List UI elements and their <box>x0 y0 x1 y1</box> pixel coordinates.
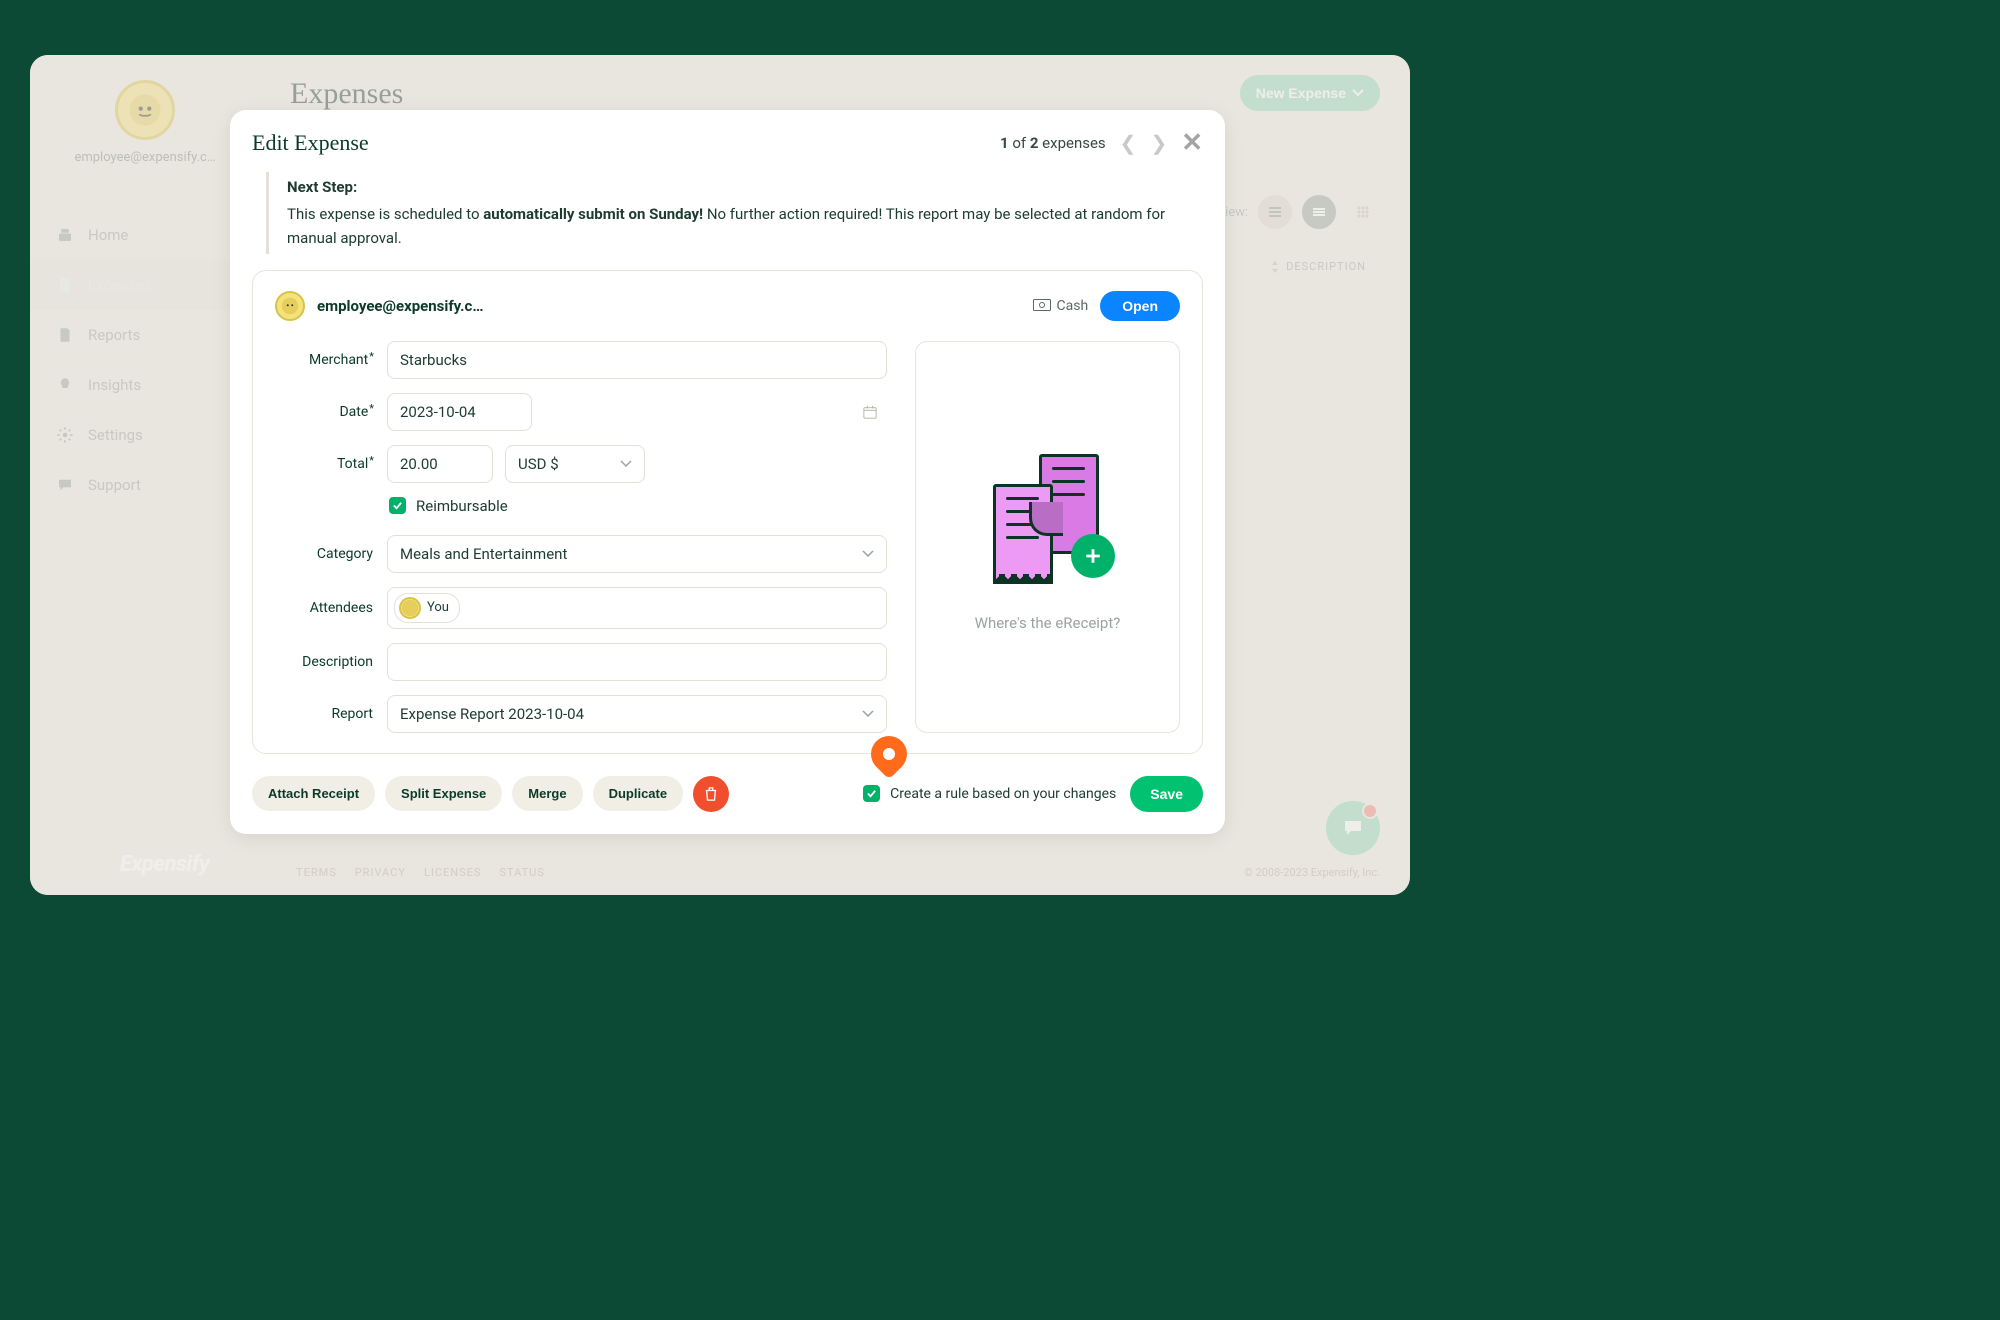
card-body: Merchant Date Total <box>275 341 1180 733</box>
row-report: Report Expense Report 2023-10-04 <box>275 695 887 733</box>
footer-actions-right: Create a rule based on your changes Save <box>863 776 1203 812</box>
attendee-avatar <box>399 597 421 619</box>
calendar-icon <box>863 405 877 419</box>
row-attendees: Attendees You <box>275 587 887 629</box>
label-reimbursable: Reimbursable <box>416 497 508 515</box>
next-step-body: This expense is scheduled to automatical… <box>287 203 1203 250</box>
label-category: Category <box>275 546 387 562</box>
form-column: Merchant Date Total <box>275 341 887 733</box>
create-rule-checkbox[interactable] <box>863 785 880 802</box>
row-total: Total USD $ <box>275 445 887 483</box>
merge-button[interactable]: Merge <box>512 776 582 811</box>
card-user: employee@expensify.c… <box>275 291 483 321</box>
next-step-header: Next Step: <box>287 176 1203 199</box>
row-description: Description <box>275 643 887 681</box>
trash-icon <box>704 787 718 801</box>
add-receipt-badge <box>1071 534 1115 578</box>
label-report: Report <box>275 706 387 722</box>
modal-title: Edit Expense <box>252 130 369 156</box>
category-select[interactable]: Meals and Entertainment <box>387 535 887 573</box>
card-user-email: employee@expensify.c… <box>317 297 483 315</box>
app-window: employee@expensify.c… Home Expenses Repo… <box>30 55 1410 895</box>
create-rule-label: Create a rule based on your changes <box>890 786 1116 802</box>
delete-button[interactable] <box>693 776 729 812</box>
edit-expense-modal: Edit Expense 1 of 2 expenses ❮ ❯ ✕ Next … <box>230 110 1225 834</box>
receipt-dropzone[interactable]: Where's the eReceipt? <box>915 341 1180 733</box>
card-meta: Cash Open <box>1033 291 1180 321</box>
pager-text: 1 of 2 expenses <box>1000 134 1106 152</box>
close-icon[interactable]: ✕ <box>1181 128 1203 158</box>
description-input[interactable] <box>387 643 887 681</box>
row-category: Category Meals and Entertainment <box>275 535 887 573</box>
card-header: employee@expensify.c… Cash Open <box>275 291 1180 321</box>
attendee-pill[interactable]: You <box>394 593 460 623</box>
label-merchant: Merchant <box>275 352 387 368</box>
row-reimbursable: Reimbursable <box>275 497 887 515</box>
attach-receipt-button[interactable]: Attach Receipt <box>252 776 375 811</box>
receipt-illustration <box>993 454 1103 584</box>
row-date: Date <box>275 393 887 431</box>
receipt-hint: Where's the eReceipt? <box>975 614 1121 632</box>
check-icon <box>392 500 403 511</box>
report-select[interactable]: Expense Report 2023-10-04 <box>387 695 887 733</box>
label-description: Description <box>275 654 387 670</box>
modal-pager: 1 of 2 expenses ❮ ❯ ✕ <box>1000 128 1203 158</box>
modal-header: Edit Expense 1 of 2 expenses ❮ ❯ ✕ <box>230 128 1225 166</box>
split-expense-button[interactable]: Split Expense <box>385 776 502 811</box>
create-rule-row: Create a rule based on your changes <box>863 785 1116 802</box>
save-button[interactable]: Save <box>1130 776 1203 812</box>
label-attendees: Attendees <box>275 600 387 616</box>
merchant-input[interactable] <box>387 341 887 379</box>
open-button[interactable]: Open <box>1100 291 1180 321</box>
pager-prev[interactable]: ❮ <box>1120 131 1137 155</box>
duplicate-button[interactable]: Duplicate <box>593 776 684 811</box>
modal-footer: Attach Receipt Split Expense Merge Dupli… <box>230 754 1225 812</box>
cash-label: Cash <box>1033 298 1089 314</box>
date-input[interactable] <box>387 393 532 431</box>
check-icon <box>866 788 877 799</box>
label-date: Date <box>275 404 387 420</box>
avatar-face-icon <box>281 297 299 315</box>
total-input[interactable] <box>387 445 493 483</box>
expense-card: employee@expensify.c… Cash Open Merchant <box>252 270 1203 754</box>
next-step-banner: Next Step: This expense is scheduled to … <box>266 172 1203 254</box>
user-avatar <box>275 291 305 321</box>
cash-icon <box>1033 299 1051 313</box>
currency-select[interactable]: USD $ <box>505 445 645 483</box>
reimbursable-checkbox[interactable] <box>389 497 406 514</box>
label-total: Total <box>275 456 387 472</box>
plus-icon <box>1084 547 1102 565</box>
row-merchant: Merchant <box>275 341 887 379</box>
attendees-input[interactable]: You <box>387 587 887 629</box>
pager-next[interactable]: ❯ <box>1150 131 1167 155</box>
footer-actions-left: Attach Receipt Split Expense Merge Dupli… <box>252 776 729 812</box>
